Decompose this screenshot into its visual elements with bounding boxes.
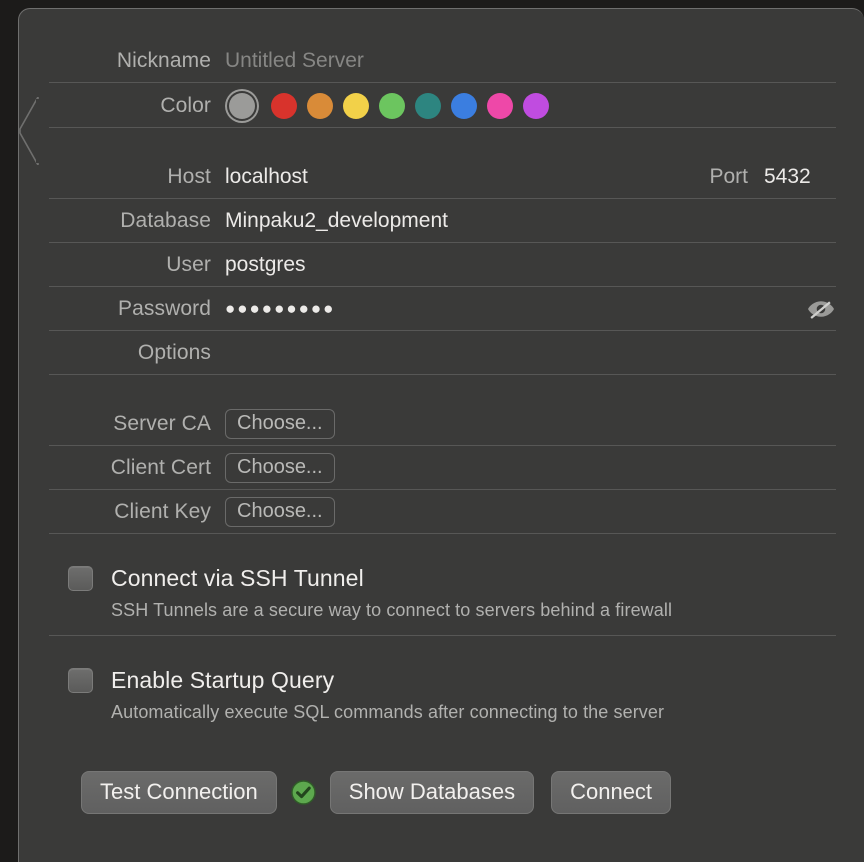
color-swatch-blue[interactable] [451, 92, 477, 119]
field-row-user[interactable]: User postgres [19, 243, 864, 287]
nickname-label: Nickname [116, 49, 211, 72]
connect-button[interactable]: Connect [551, 771, 672, 815]
color-swatch-list [225, 92, 549, 119]
ssh-tunnel-checkbox[interactable] [68, 565, 93, 591]
field-row-client-cert: Client Cert Choose... [19, 446, 864, 490]
server-connection-popover: Nickname Untitled Server Color Host loca… [0, 0, 864, 862]
popover-arrow [19, 97, 39, 165]
test-connection-button[interactable]: Test Connection [81, 771, 277, 815]
client-cert-choose-button[interactable]: Choose... [225, 453, 335, 483]
color-label: Color [160, 93, 211, 117]
database-label: Database [120, 209, 211, 232]
password-input[interactable]: ●●●●●●●●● [225, 299, 335, 319]
server-ca-choose-button[interactable]: Choose... [225, 409, 335, 439]
ssh-tunnel-block: Connect via SSH Tunnel SSH Tunnels are a… [19, 556, 864, 635]
user-input[interactable]: postgres [225, 253, 306, 277]
startup-query-toggle-row[interactable]: Enable Startup Query [49, 658, 836, 702]
startup-query-block: Enable Startup Query Automatically execu… [19, 658, 864, 737]
port-input[interactable]: 5432 [764, 165, 836, 189]
color-swatch-red[interactable] [271, 92, 297, 119]
divider [49, 374, 836, 375]
startup-query-description: Automatically execute SQL commands after… [111, 702, 665, 722]
nickname-input[interactable]: Untitled Server [225, 49, 364, 73]
check-circle-icon [291, 780, 316, 805]
field-row-nickname[interactable]: Nickname Untitled Server [19, 39, 864, 83]
port-group: Port 5432 [709, 155, 836, 199]
ssh-tunnel-toggle-row[interactable]: Connect via SSH Tunnel [49, 556, 836, 600]
client-key-label: Client Key [114, 500, 211, 523]
startup-query-checkbox[interactable] [68, 667, 93, 693]
color-swatch-yellow[interactable] [343, 92, 369, 119]
field-row-color: Color [19, 83, 864, 128]
host-label: Host [167, 165, 211, 188]
eye-slash-icon [808, 301, 834, 319]
color-swatch-purple[interactable] [523, 92, 549, 119]
divider [49, 127, 836, 128]
field-row-client-key: Client Key Choose... [19, 490, 864, 534]
field-row-database[interactable]: Database Minpaku2_development [19, 199, 864, 243]
show-databases-button[interactable]: Show Databases [329, 771, 535, 815]
color-swatch-green[interactable] [379, 92, 405, 119]
port-label: Port [709, 165, 748, 188]
field-row-password[interactable]: Password ●●●●●●●●● [19, 287, 864, 331]
color-swatch-orange[interactable] [307, 92, 333, 119]
host-input[interactable]: localhost [225, 165, 308, 189]
ssh-tunnel-title: Connect via SSH Tunnel [111, 564, 364, 591]
color-swatch-pink[interactable] [487, 92, 513, 119]
connection-status-badge [291, 780, 316, 805]
startup-query-title: Enable Startup Query [111, 666, 335, 693]
color-swatch-none[interactable] [229, 92, 255, 119]
database-input[interactable]: Minpaku2_development [225, 209, 448, 233]
user-label: User [166, 253, 211, 276]
color-swatch-teal[interactable] [415, 92, 441, 119]
options-label: Options [137, 341, 211, 364]
client-cert-label: Client Cert [110, 456, 211, 479]
password-label: Password [117, 297, 211, 320]
field-row-options[interactable]: Options [19, 331, 864, 375]
popover-panel: Nickname Untitled Server Color Host loca… [18, 8, 864, 862]
field-row-server-ca: Server CA Choose... [19, 402, 864, 446]
toggle-password-visibility-button[interactable] [806, 297, 836, 321]
server-ca-label: Server CA [113, 412, 211, 435]
action-bar: Test Connection Show Databases Connect [19, 771, 864, 815]
popover-content: Nickname Untitled Server Color Host loca… [19, 9, 864, 862]
client-key-choose-button[interactable]: Choose... [225, 497, 335, 527]
ssh-tunnel-description: SSH Tunnels are a secure way to connect … [111, 600, 673, 620]
divider [49, 533, 836, 534]
field-row-host[interactable]: Host localhost Port 5432 [19, 155, 864, 199]
